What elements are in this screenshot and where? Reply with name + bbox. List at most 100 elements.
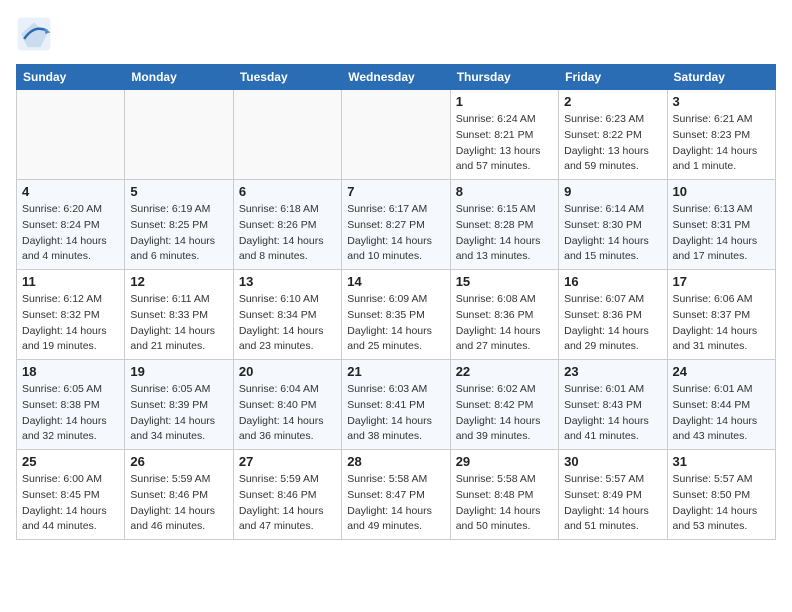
day-info: Sunrise: 6:08 AMSunset: 8:36 PMDaylight:… [456, 292, 553, 355]
calendar-cell: 31Sunrise: 5:57 AMSunset: 8:50 PMDayligh… [667, 450, 775, 540]
day-info: Sunrise: 6:13 AMSunset: 8:31 PMDaylight:… [673, 202, 770, 265]
day-number: 13 [239, 274, 336, 289]
day-number: 23 [564, 364, 661, 379]
day-info: Sunrise: 6:11 AMSunset: 8:33 PMDaylight:… [130, 292, 227, 355]
logo [16, 16, 58, 52]
calendar-cell: 2 Sunrise: 6:23 AMSunset: 8:22 PMDaylight… [559, 90, 667, 180]
day-number: 27 [239, 454, 336, 469]
day-number: 3 [673, 94, 770, 109]
calendar-week-row: 4 Sunrise: 6:20 AMSunset: 8:24 PMDaylight… [17, 180, 776, 270]
calendar-cell: 15 Sunrise: 6:08 AMSunset: 8:36 PMDayligh… [450, 270, 558, 360]
day-header-friday: Friday [559, 65, 667, 90]
calendar-cell: 30Sunrise: 5:57 AMSunset: 8:49 PMDayligh… [559, 450, 667, 540]
calendar-cell: 28 Sunrise: 5:58 AMSunset: 8:47 PMDayligh… [342, 450, 450, 540]
day-info: Sunrise: 6:14 AMSunset: 8:30 PMDaylight:… [564, 202, 661, 265]
calendar-cell [342, 90, 450, 180]
page: SundayMondayTuesdayWednesdayThursdayFrid… [0, 0, 792, 556]
day-number: 29 [456, 454, 553, 469]
day-info: Sunrise: 6:15 AMSunset: 8:28 PMDaylight:… [456, 202, 553, 265]
day-info: Sunrise: 6:24 AMSunset: 8:21 PMDaylight:… [456, 112, 553, 175]
day-number: 25 [22, 454, 119, 469]
day-info: Sunrise: 6:09 AMSunset: 8:35 PMDaylight:… [347, 292, 444, 355]
day-header-tuesday: Tuesday [233, 65, 341, 90]
calendar-cell: 21 Sunrise: 6:03 AMSunset: 8:41 PMDayligh… [342, 360, 450, 450]
day-number: 11 [22, 274, 119, 289]
calendar-cell: 9 Sunrise: 6:14 AMSunset: 8:30 PMDaylight… [559, 180, 667, 270]
day-header-sunday: Sunday [17, 65, 125, 90]
header [16, 16, 776, 52]
day-info: Sunrise: 5:57 AMSunset: 8:49 PMDaylight:… [564, 472, 661, 535]
day-number: 10 [673, 184, 770, 199]
calendar-cell: 19 Sunrise: 6:05 AMSunset: 8:39 PMDayligh… [125, 360, 233, 450]
day-info: Sunrise: 6:23 AMSunset: 8:22 PMDaylight:… [564, 112, 661, 175]
day-info: Sunrise: 6:12 AMSunset: 8:32 PMDaylight:… [22, 292, 119, 355]
day-info: Sunrise: 6:03 AMSunset: 8:41 PMDaylight:… [347, 382, 444, 445]
day-number: 19 [130, 364, 227, 379]
day-info: Sunrise: 6:01 AMSunset: 8:44 PMDaylight:… [673, 382, 770, 445]
day-number: 31 [673, 454, 770, 469]
day-info: Sunrise: 6:05 AMSunset: 8:38 PMDaylight:… [22, 382, 119, 445]
day-number: 28 [347, 454, 444, 469]
calendar-week-row: 25Sunrise: 6:00 AMSunset: 8:45 PMDayligh… [17, 450, 776, 540]
day-info: Sunrise: 6:10 AMSunset: 8:34 PMDaylight:… [239, 292, 336, 355]
calendar-cell: 4 Sunrise: 6:20 AMSunset: 8:24 PMDaylight… [17, 180, 125, 270]
day-info: Sunrise: 6:01 AMSunset: 8:43 PMDaylight:… [564, 382, 661, 445]
day-number: 26 [130, 454, 227, 469]
day-number: 12 [130, 274, 227, 289]
calendar-cell: 5Sunrise: 6:19 AMSunset: 8:25 PMDaylight… [125, 180, 233, 270]
calendar-cell: 23 Sunrise: 6:01 AMSunset: 8:43 PMDayligh… [559, 360, 667, 450]
calendar-cell: 13 Sunrise: 6:10 AMSunset: 8:34 PMDayligh… [233, 270, 341, 360]
calendar-cell: 24 Sunrise: 6:01 AMSunset: 8:44 PMDayligh… [667, 360, 775, 450]
day-info: Sunrise: 5:58 AMSunset: 8:48 PMDaylight:… [456, 472, 553, 535]
day-number: 7 [347, 184, 444, 199]
calendar-cell: 18Sunrise: 6:05 AMSunset: 8:38 PMDayligh… [17, 360, 125, 450]
day-number: 17 [673, 274, 770, 289]
calendar-cell: 3 Sunrise: 6:21 AMSunset: 8:23 PMDaylight… [667, 90, 775, 180]
calendar-cell [17, 90, 125, 180]
calendar-cell: 7Sunrise: 6:17 AMSunset: 8:27 PMDaylight… [342, 180, 450, 270]
day-number: 6 [239, 184, 336, 199]
calendar-cell: 17 Sunrise: 6:06 AMSunset: 8:37 PMDayligh… [667, 270, 775, 360]
day-info: Sunrise: 6:05 AMSunset: 8:39 PMDaylight:… [130, 382, 227, 445]
logo-icon [16, 16, 52, 52]
calendar-cell: 29 Sunrise: 5:58 AMSunset: 8:48 PMDayligh… [450, 450, 558, 540]
calendar-cell: 26Sunrise: 5:59 AMSunset: 8:46 PMDayligh… [125, 450, 233, 540]
calendar-cell: 20Sunrise: 6:04 AMSunset: 8:40 PMDayligh… [233, 360, 341, 450]
calendar-cell: 11 Sunrise: 6:12 AMSunset: 8:32 PMDayligh… [17, 270, 125, 360]
day-number: 4 [22, 184, 119, 199]
day-info: Sunrise: 6:21 AMSunset: 8:23 PMDaylight:… [673, 112, 770, 175]
day-info: Sunrise: 6:06 AMSunset: 8:37 PMDaylight:… [673, 292, 770, 355]
day-info: Sunrise: 6:02 AMSunset: 8:42 PMDaylight:… [456, 382, 553, 445]
calendar-cell: 16 Sunrise: 6:07 AMSunset: 8:36 PMDayligh… [559, 270, 667, 360]
calendar-cell: 14 Sunrise: 6:09 AMSunset: 8:35 PMDayligh… [342, 270, 450, 360]
calendar-week-row: 11 Sunrise: 6:12 AMSunset: 8:32 PMDayligh… [17, 270, 776, 360]
day-header-thursday: Thursday [450, 65, 558, 90]
day-number: 16 [564, 274, 661, 289]
calendar-cell: 10 Sunrise: 6:13 AMSunset: 8:31 PMDayligh… [667, 180, 775, 270]
day-number: 1 [456, 94, 553, 109]
calendar-cell: 1 Sunrise: 6:24 AMSunset: 8:21 PMDaylight… [450, 90, 558, 180]
calendar-cell: 8 Sunrise: 6:15 AMSunset: 8:28 PMDaylight… [450, 180, 558, 270]
day-number: 15 [456, 274, 553, 289]
calendar-week-row: 1 Sunrise: 6:24 AMSunset: 8:21 PMDaylight… [17, 90, 776, 180]
calendar-cell [125, 90, 233, 180]
day-number: 9 [564, 184, 661, 199]
calendar-cell: 22Sunrise: 6:02 AMSunset: 8:42 PMDayligh… [450, 360, 558, 450]
day-number: 24 [673, 364, 770, 379]
day-header-saturday: Saturday [667, 65, 775, 90]
day-number: 8 [456, 184, 553, 199]
day-info: Sunrise: 5:58 AMSunset: 8:47 PMDaylight:… [347, 472, 444, 535]
day-header-monday: Monday [125, 65, 233, 90]
day-info: Sunrise: 6:07 AMSunset: 8:36 PMDaylight:… [564, 292, 661, 355]
calendar-cell: 12 Sunrise: 6:11 AMSunset: 8:33 PMDayligh… [125, 270, 233, 360]
day-header-wednesday: Wednesday [342, 65, 450, 90]
day-info: Sunrise: 6:20 AMSunset: 8:24 PMDaylight:… [22, 202, 119, 265]
day-number: 14 [347, 274, 444, 289]
day-number: 2 [564, 94, 661, 109]
day-info: Sunrise: 6:04 AMSunset: 8:40 PMDaylight:… [239, 382, 336, 445]
calendar-cell: 25Sunrise: 6:00 AMSunset: 8:45 PMDayligh… [17, 450, 125, 540]
calendar-table: SundayMondayTuesdayWednesdayThursdayFrid… [16, 64, 776, 540]
calendar-cell: 6Sunrise: 6:18 AMSunset: 8:26 PMDaylight… [233, 180, 341, 270]
calendar-cell [233, 90, 341, 180]
day-number: 21 [347, 364, 444, 379]
